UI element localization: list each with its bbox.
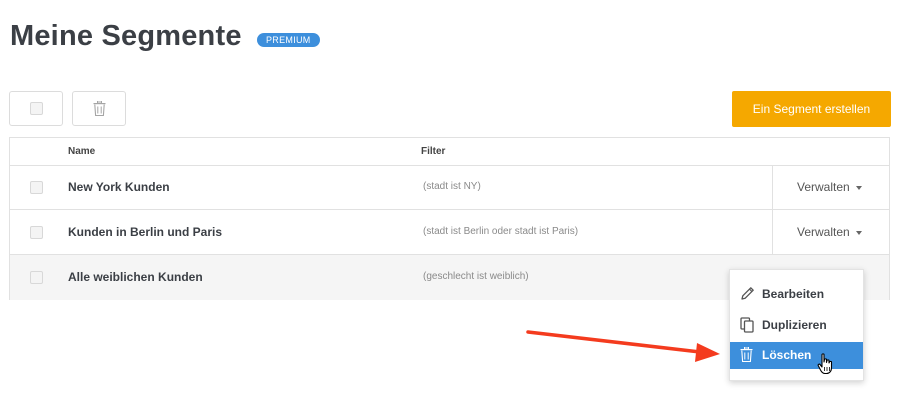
- segment-name[interactable]: New York Kunden: [68, 180, 170, 194]
- column-header-name[interactable]: Name: [68, 146, 95, 157]
- trash-icon: [740, 347, 753, 362]
- segment-filter: (geschlecht ist weiblich): [423, 271, 529, 282]
- menu-item-edit[interactable]: Bearbeiten: [730, 281, 863, 308]
- copy-icon: [740, 317, 754, 333]
- premium-badge: PREMIUM: [257, 33, 320, 47]
- column-header-filter[interactable]: Filter: [421, 146, 445, 157]
- caret-down-icon: [855, 185, 862, 190]
- segment-name[interactable]: Kunden in Berlin und Paris: [68, 225, 222, 239]
- table-header: Name Filter: [10, 138, 889, 166]
- bulk-delete-button[interactable]: [72, 91, 126, 126]
- menu-item-duplicate[interactable]: Duplizieren: [730, 312, 863, 339]
- manage-label: Verwalten: [797, 225, 850, 239]
- menu-item-label: Duplizieren: [762, 318, 827, 332]
- menu-item-label: Löschen: [762, 348, 812, 362]
- manage-cell: Verwalten: [772, 165, 890, 209]
- manage-dropdown-button[interactable]: Verwalten: [797, 225, 862, 239]
- page-title: Meine Segmente: [10, 20, 242, 52]
- manage-dropdown-menu: Bearbeiten Duplizieren Löschen: [729, 269, 864, 381]
- hand-pointer-icon: [817, 353, 833, 375]
- table-row[interactable]: New York Kunden (stadt ist NY) Verwalten: [10, 165, 889, 210]
- manage-label: Verwalten: [797, 180, 850, 194]
- menu-item-label: Bearbeiten: [762, 287, 825, 301]
- segment-name[interactable]: Alle weiblichen Kunden: [68, 270, 203, 284]
- manage-cell: Verwalten: [772, 210, 890, 254]
- trash-icon: [93, 101, 106, 116]
- menu-item-delete[interactable]: Löschen: [730, 342, 863, 369]
- create-segment-button[interactable]: Ein Segment erstellen: [732, 91, 891, 127]
- row-checkbox[interactable]: [30, 181, 43, 194]
- manage-dropdown-button[interactable]: Verwalten: [797, 180, 862, 194]
- select-all-button[interactable]: [9, 91, 63, 126]
- row-checkbox[interactable]: [30, 226, 43, 239]
- checkbox-icon[interactable]: [30, 102, 43, 115]
- segment-filter: (stadt ist Berlin oder stadt ist Paris): [423, 226, 579, 237]
- table-row[interactable]: Kunden in Berlin und Paris (stadt ist Be…: [10, 210, 889, 255]
- row-checkbox[interactable]: [30, 271, 43, 284]
- segment-filter: (stadt ist NY): [423, 181, 481, 192]
- caret-down-icon: [855, 230, 862, 235]
- pencil-icon: [741, 287, 754, 300]
